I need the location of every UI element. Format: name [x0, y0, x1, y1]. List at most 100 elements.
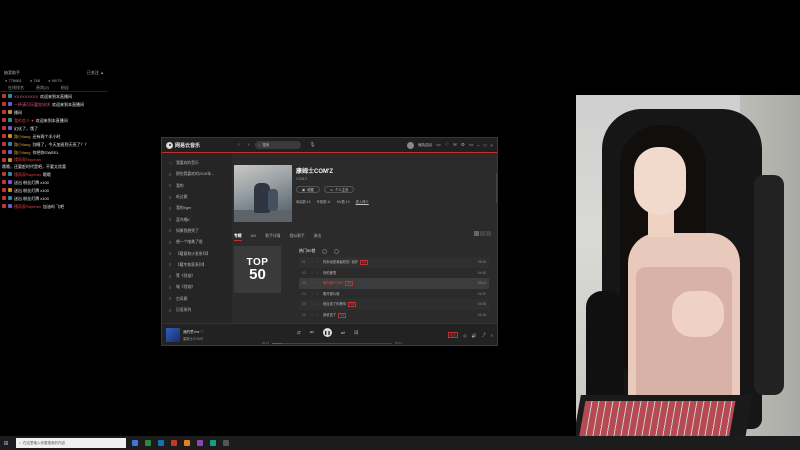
chat-tab-rank[interactable]: 在线排名 [8, 85, 24, 90]
previous-icon[interactable]: ⏮ [310, 330, 314, 335]
chat-nickname[interactable]: 路小liang [14, 150, 30, 155]
chat-tab-vip[interactable]: 贵宾(0) [36, 85, 49, 90]
app-icon-4[interactable] [223, 440, 229, 446]
app-icon[interactable] [184, 440, 190, 446]
playlist-icon[interactable]: ≡ [491, 333, 493, 338]
chrome-icon[interactable] [145, 440, 151, 446]
settings-icon[interactable]: ⚙ [461, 142, 465, 148]
chat-nickname[interactable]: 我的恋人·♥ [14, 118, 34, 123]
minimize-icon[interactable]: – [477, 143, 480, 148]
sq-badge: SQ [359, 260, 368, 266]
steam-icon[interactable] [158, 440, 164, 446]
level-icon [2, 126, 6, 130]
scrollbar[interactable] [496, 173, 497, 203]
tab-albums[interactable]: 专辑 [234, 234, 242, 241]
chat-text: 送出 粉丝灯牌 x100 [14, 187, 49, 193]
chat-nickname[interactable]: XXXXXXXXX [14, 94, 38, 99]
sidebar-playlist-item[interactable]: ♡ 我喜欢的音乐 [162, 158, 232, 169]
sidebar-playlist-item[interactable]: ≡ 那些我喜欢的2019年... [162, 169, 232, 180]
close-icon[interactable]: × [490, 143, 493, 148]
playback-extra: 极高 ◎ 🔊 ⤴ ≡ [448, 332, 493, 338]
playlist-icon: ≡ [169, 262, 172, 268]
detail-view-icon[interactable] [486, 231, 491, 236]
chat-nickname[interactable]: 一杯清可乐要加冰块 [14, 102, 50, 107]
chat-text: 你把你GWEEL [32, 149, 59, 155]
song-row[interactable]: 02 ♡ ↓ 你的爱恨 04:49 [299, 268, 489, 279]
playlist-sidebar: ♡ 我喜欢的音乐 ≡ 那些我喜欢的2019年... ≡ 我的 ≡ 听过歌 ≡ 我的bgm ≡ 蓝鸟唱K… [162, 153, 232, 323]
volume-icon[interactable]: 🔊 [472, 333, 477, 338]
taskbar-search[interactable]: ⌕ 在这里输入你要搜索的内容 [16, 438, 126, 448]
song-row[interactable]: 03 ♡ ↓ 等你爱COM'Z SQ 05:41 [299, 278, 489, 289]
play-all-icon[interactable] [322, 248, 328, 254]
search-input[interactable]: ⌕ 搜索 [255, 141, 302, 149]
lyrics-icon[interactable]: 词 [354, 330, 359, 336]
app-logo[interactable]: 网易云音乐 [162, 141, 232, 149]
song-row[interactable]: 01 ♡ ↓ 你永远是我最初的, 也好 SQ 05:28 [299, 257, 489, 268]
maximize-icon[interactable]: □ [484, 143, 487, 148]
sidebar-playlist-label: 听过歌 [176, 195, 188, 200]
chat-nickname[interactable]: 懂雨家Rayman [14, 157, 41, 162]
song-row[interactable]: 06 ♡ ↓ 我说说了 SQ 04:18 [299, 310, 489, 321]
tab-mv[interactable]: MV [251, 234, 257, 241]
next-icon[interactable]: ⏭ [341, 330, 345, 335]
profile-link[interactable]: 进入简介 [356, 199, 369, 204]
song-row[interactable]: 05 ♡ ↓ 就应该了你等待 SQ 04:58 [299, 299, 489, 310]
app-icon-3[interactable] [210, 440, 216, 446]
netease-music-icon[interactable] [171, 440, 177, 446]
user-name[interactable]: 偏执曲目 [418, 143, 432, 148]
sidebar-playlist-item[interactable]: ≡ 如果我想哭了 [162, 226, 232, 237]
share-icon[interactable]: ⤴ [482, 332, 486, 338]
song-list: 01 ♡ ↓ 你永远是我最初的, 也好 SQ 05:28 02 ♡ ↓ 你的爱恨 04:49 03 ♡ ↓… [299, 257, 489, 320]
collect-all-icon[interactable] [334, 248, 340, 254]
tab-similar[interactable]: 相似歌手 [289, 234, 304, 241]
back-arrow-icon[interactable]: ‹ [238, 142, 240, 148]
app-icon-2[interactable] [197, 440, 203, 446]
follow-status[interactable]: 已关注 ▲ [87, 70, 104, 75]
grid-view-icon[interactable] [474, 231, 479, 236]
view-toggle[interactable] [474, 231, 491, 236]
chat-nickname[interactable]: 路小liang [14, 134, 30, 139]
sidebar-playlist-item[interactable]: ≡ 我的 [162, 181, 232, 192]
chat-nickname[interactable]: 懂雨家Rayman [14, 172, 41, 177]
microphone-icon[interactable]: 🎙 [309, 142, 315, 148]
mini-mode-icon[interactable]: ▭ [469, 142, 473, 148]
forward-arrow-icon[interactable]: › [248, 142, 250, 148]
now-playing-artist[interactable]: 康姆士COM'Z [183, 336, 203, 341]
sidebar-playlist-item[interactable]: ≡ 蓝鸟唱K [162, 214, 232, 225]
edge-icon[interactable] [132, 440, 138, 446]
chat-tab-fans[interactable]: 粉丝 [61, 85, 69, 90]
sidebar-playlist-item[interactable]: ≡ 想一个唯美了很 [162, 237, 232, 248]
tab-shows[interactable]: 演出 [314, 234, 322, 241]
vip-badge[interactable]: VIP [436, 143, 441, 147]
collect-button[interactable]: ▣ 收藏 [296, 186, 320, 193]
sidebar-playlist-item[interactable]: ≡ 城《烈焰》 [162, 282, 232, 293]
sidebar-playlist-item[interactable]: ≡ 古风歌 [162, 294, 232, 305]
progress-slider[interactable]: 00:21 05:41 [262, 341, 402, 345]
sidebar-playlist-item[interactable]: ≡ 我的bgm [162, 203, 232, 214]
list-view-icon[interactable] [480, 231, 485, 236]
sound-effect-icon[interactable]: ◎ [463, 333, 467, 338]
skin-icon[interactable]: ♡ [445, 142, 449, 148]
chat-nickname[interactable]: 懂雨家Rayman [14, 204, 41, 209]
stat-viewers: 776661 [5, 78, 22, 83]
like-icon[interactable]: ♡ [200, 330, 203, 334]
fan-badge [8, 126, 12, 130]
sidebar-playlist-item[interactable]: ≡ 日语系列 [162, 305, 232, 316]
quality-badge[interactable]: 极高 [448, 332, 459, 338]
song-row[interactable]: 04 ♡ ↓ 撕开那片城 04:30 [299, 289, 489, 300]
mail-icon[interactable]: ✉ [453, 142, 457, 148]
sidebar-playlist-item[interactable]: ≡ 等《烈焰》 [162, 271, 232, 282]
tab-details[interactable]: 歌手详情 [265, 234, 280, 241]
user-avatar[interactable] [407, 141, 415, 149]
sidebar-playlist-item[interactable]: ≡ 听过歌 [162, 192, 232, 203]
sidebar-playlist-item[interactable]: ≡ 【暖意和沙发系列】 [162, 248, 232, 259]
now-playing-cover[interactable] [166, 328, 180, 342]
homepage-button[interactable]: ☺ 个人主页 [323, 186, 355, 193]
shuffle-icon[interactable]: ⇄ [297, 330, 301, 336]
sidebar-playlist-item[interactable]: ≡ 【暖冬和家系列】 [162, 260, 232, 271]
top50-cover[interactable]: TOP 50 [234, 246, 281, 293]
chat-nickname[interactable]: 路小liang [14, 142, 30, 147]
start-icon[interactable]: ⊞ [0, 436, 12, 450]
pause-button[interactable]: ❚❚ [322, 328, 332, 337]
artist-name: 康姆士COM'Z [296, 169, 334, 175]
